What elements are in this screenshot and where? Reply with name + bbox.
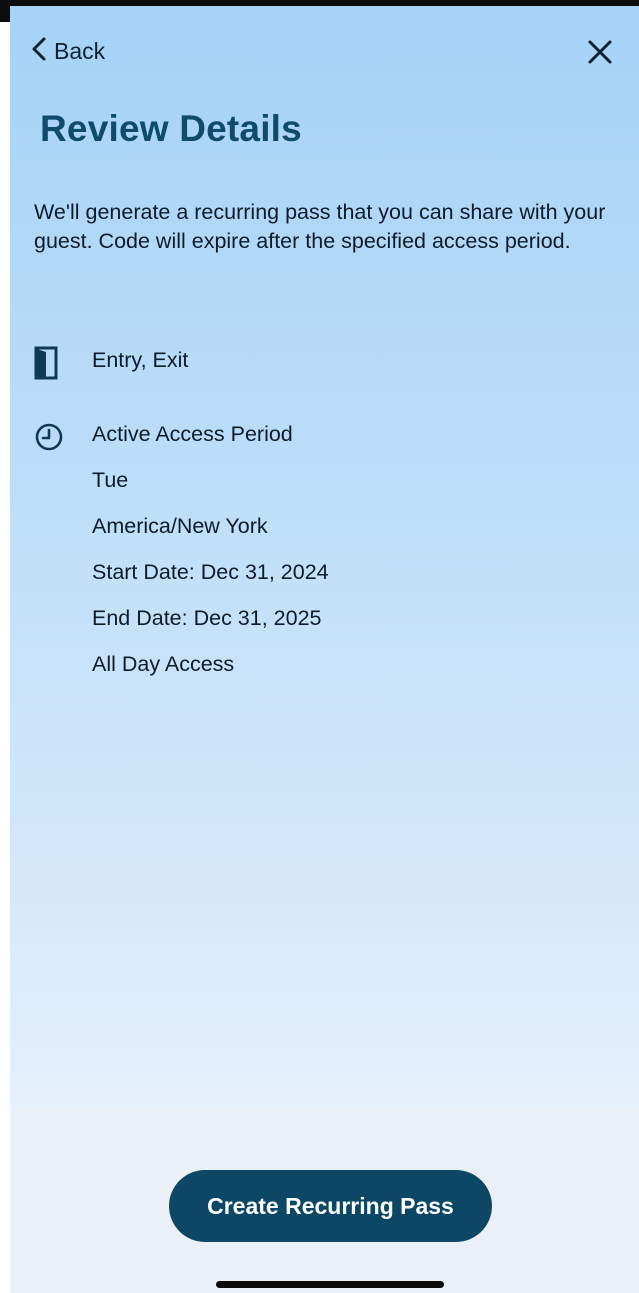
navigation-bar: Back (10, 6, 639, 96)
access-period-heading: Active Access Period (92, 422, 293, 446)
pass-description: We'll generate a recurring pass that you… (34, 200, 606, 253)
home-indicator (216, 1281, 444, 1288)
back-label: Back (54, 37, 106, 64)
chevron-left-icon (30, 37, 48, 66)
door-icon (34, 346, 68, 380)
access-time-window: All Day Access (92, 652, 235, 676)
review-details-screen: Back Review Details We'll generate a rec… (10, 6, 639, 1293)
access-end-date: End Date: Dec 31, 2025 (92, 606, 322, 630)
access-start-date: Start Date: Dec 31, 2024 (92, 560, 329, 584)
access-days: Tue (92, 468, 129, 492)
doors-row: Entry, Exit (34, 346, 188, 380)
doors-text: Entry, Exit (92, 348, 189, 372)
page-title: Review Details (40, 108, 302, 149)
create-recurring-pass-button[interactable]: Create Recurring Pass (169, 1170, 492, 1242)
access-timezone: America/New York (92, 514, 268, 538)
access-period-details: Active Access Period Tue America/New Yor… (92, 420, 329, 696)
clock-icon (34, 420, 68, 452)
access-period-row: Active Access Period Tue America/New Yor… (34, 420, 329, 696)
back-button[interactable]: Back (30, 36, 105, 66)
close-icon (585, 40, 615, 71)
footer-action-bar: Create Recurring Pass (10, 1110, 639, 1293)
close-button[interactable] (585, 37, 615, 67)
